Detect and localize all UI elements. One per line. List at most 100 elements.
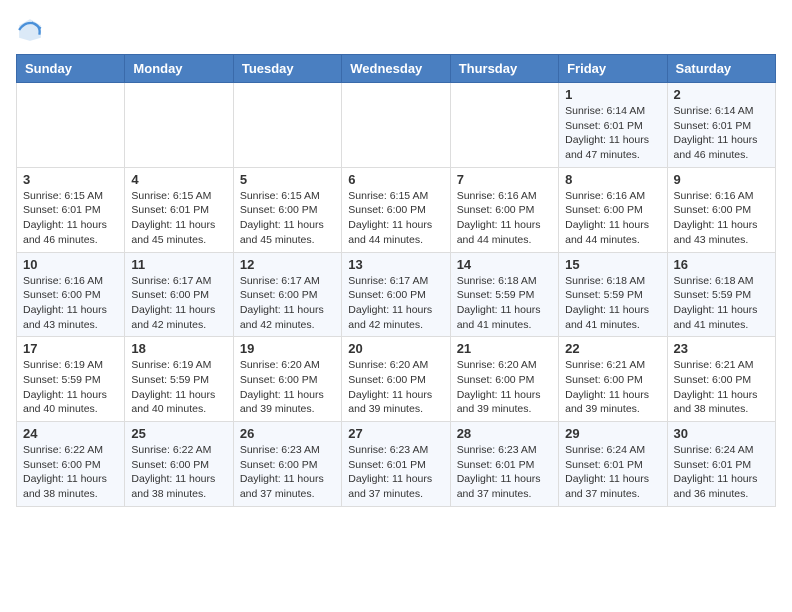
- day-number: 23: [674, 341, 769, 356]
- cell-content: Sunrise: 6:15 AM Sunset: 6:00 PM Dayligh…: [348, 189, 443, 248]
- day-number: 17: [23, 341, 118, 356]
- calendar-cell: 4 Sunrise: 6:15 AM Sunset: 6:01 PM Daylig…: [125, 167, 233, 252]
- day-number: 8: [565, 172, 660, 187]
- cell-content: Sunrise: 6:17 AM Sunset: 6:00 PM Dayligh…: [240, 274, 335, 333]
- cell-content: Sunrise: 6:15 AM Sunset: 6:01 PM Dayligh…: [131, 189, 226, 248]
- calendar-cell: 25Sunrise: 6:22 AM Sunset: 6:00 PM Dayli…: [125, 422, 233, 507]
- cell-content: Sunrise: 6:22 AM Sunset: 6:00 PM Dayligh…: [131, 443, 226, 502]
- calendar-week-row: 17 Sunrise: 6:19 AM Sunset: 5:59 PM Dayli…: [17, 337, 776, 422]
- day-number: 21: [457, 341, 552, 356]
- cell-content: Sunrise: 6:18 AM Sunset: 5:59 PM Dayligh…: [565, 274, 660, 333]
- day-header-wednesday: Wednesday: [342, 55, 450, 83]
- calendar-cell: 18 Sunrise: 6:19 AM Sunset: 5:59 PM Dayli…: [125, 337, 233, 422]
- calendar-cell: [342, 83, 450, 168]
- day-number: 16: [674, 257, 769, 272]
- cell-content: Sunrise: 6:23 AM Sunset: 6:00 PM Dayligh…: [240, 443, 335, 502]
- day-number: 4: [131, 172, 226, 187]
- day-number: 18: [131, 341, 226, 356]
- calendar-cell: 15 Sunrise: 6:18 AM Sunset: 5:59 PM Dayli…: [559, 252, 667, 337]
- day-number: 13: [348, 257, 443, 272]
- day-number: 26: [240, 426, 335, 441]
- cell-content: Sunrise: 6:22 AM Sunset: 6:00 PM Dayligh…: [23, 443, 118, 502]
- day-number: 10: [23, 257, 118, 272]
- cell-content: Sunrise: 6:21 AM Sunset: 6:00 PM Dayligh…: [565, 358, 660, 417]
- calendar-cell: 19Sunrise: 6:20 AM Sunset: 6:00 PM Dayli…: [233, 337, 341, 422]
- calendar-cell: 30Sunrise: 6:24 AM Sunset: 6:01 PM Dayli…: [667, 422, 775, 507]
- day-number: 12: [240, 257, 335, 272]
- cell-content: Sunrise: 6:16 AM Sunset: 6:00 PM Dayligh…: [457, 189, 552, 248]
- calendar-cell: 9Sunrise: 6:16 AM Sunset: 6:00 PM Daylig…: [667, 167, 775, 252]
- calendar-cell: [450, 83, 558, 168]
- day-header-thursday: Thursday: [450, 55, 558, 83]
- calendar-cell: 23 Sunrise: 6:21 AM Sunset: 6:00 PM Dayli…: [667, 337, 775, 422]
- day-header-sunday: Sunday: [17, 55, 125, 83]
- calendar-cell: [233, 83, 341, 168]
- day-number: 28: [457, 426, 552, 441]
- day-header-monday: Monday: [125, 55, 233, 83]
- day-number: 24: [23, 426, 118, 441]
- day-number: 15: [565, 257, 660, 272]
- day-number: 3: [23, 172, 118, 187]
- calendar-cell: 20 Sunrise: 6:20 AM Sunset: 6:00 PM Dayli…: [342, 337, 450, 422]
- calendar-cell: 1 Sunrise: 6:14 AM Sunset: 6:01 PM Daylig…: [559, 83, 667, 168]
- calendar-cell: [125, 83, 233, 168]
- cell-content: Sunrise: 6:24 AM Sunset: 6:01 PM Dayligh…: [565, 443, 660, 502]
- cell-content: Sunrise: 6:18 AM Sunset: 5:59 PM Dayligh…: [457, 274, 552, 333]
- calendar-cell: 24 Sunrise: 6:22 AM Sunset: 6:00 PM Dayli…: [17, 422, 125, 507]
- day-number: 7: [457, 172, 552, 187]
- calendar-cell: 6 Sunrise: 6:15 AM Sunset: 6:00 PM Daylig…: [342, 167, 450, 252]
- cell-content: Sunrise: 6:15 AM Sunset: 6:00 PM Dayligh…: [240, 189, 335, 248]
- cell-content: Sunrise: 6:16 AM Sunset: 6:00 PM Dayligh…: [674, 189, 769, 248]
- cell-content: Sunrise: 6:19 AM Sunset: 5:59 PM Dayligh…: [131, 358, 226, 417]
- day-number: 14: [457, 257, 552, 272]
- day-number: 29: [565, 426, 660, 441]
- calendar-week-row: 24 Sunrise: 6:22 AM Sunset: 6:00 PM Dayli…: [17, 422, 776, 507]
- calendar-week-row: 10 Sunrise: 6:16 AM Sunset: 6:00 PM Dayli…: [17, 252, 776, 337]
- calendar-cell: 28 Sunrise: 6:23 AM Sunset: 6:01 PM Dayli…: [450, 422, 558, 507]
- calendar-cell: 3 Sunrise: 6:15 AM Sunset: 6:01 PM Daylig…: [17, 167, 125, 252]
- day-number: 1: [565, 87, 660, 102]
- day-number: 5: [240, 172, 335, 187]
- cell-content: Sunrise: 6:16 AM Sunset: 6:00 PM Dayligh…: [565, 189, 660, 248]
- calendar-cell: 11 Sunrise: 6:17 AM Sunset: 6:00 PM Dayli…: [125, 252, 233, 337]
- day-number: 11: [131, 257, 226, 272]
- calendar-cell: 10 Sunrise: 6:16 AM Sunset: 6:00 PM Dayli…: [17, 252, 125, 337]
- calendar-week-row: 1 Sunrise: 6:14 AM Sunset: 6:01 PM Daylig…: [17, 83, 776, 168]
- day-number: 6: [348, 172, 443, 187]
- calendar-cell: 7 Sunrise: 6:16 AM Sunset: 6:00 PM Daylig…: [450, 167, 558, 252]
- cell-content: Sunrise: 6:20 AM Sunset: 6:00 PM Dayligh…: [348, 358, 443, 417]
- cell-content: Sunrise: 6:21 AM Sunset: 6:00 PM Dayligh…: [674, 358, 769, 417]
- calendar-cell: 8 Sunrise: 6:16 AM Sunset: 6:00 PM Daylig…: [559, 167, 667, 252]
- day-number: 30: [674, 426, 769, 441]
- calendar-table: SundayMondayTuesdayWednesdayThursdayFrid…: [16, 54, 776, 507]
- cell-content: Sunrise: 6:19 AM Sunset: 5:59 PM Dayligh…: [23, 358, 118, 417]
- cell-content: Sunrise: 6:23 AM Sunset: 6:01 PM Dayligh…: [457, 443, 552, 502]
- cell-content: Sunrise: 6:18 AM Sunset: 5:59 PM Dayligh…: [674, 274, 769, 333]
- logo-icon: [16, 16, 44, 44]
- calendar-cell: 2 Sunrise: 6:14 AM Sunset: 6:01 PM Daylig…: [667, 83, 775, 168]
- calendar-cell: 27 Sunrise: 6:23 AM Sunset: 6:01 PM Dayli…: [342, 422, 450, 507]
- calendar-cell: 14 Sunrise: 6:18 AM Sunset: 5:59 PM Dayli…: [450, 252, 558, 337]
- calendar-cell: 21Sunrise: 6:20 AM Sunset: 6:00 PM Dayli…: [450, 337, 558, 422]
- cell-content: Sunrise: 6:14 AM Sunset: 6:01 PM Dayligh…: [565, 104, 660, 163]
- day-number: 22: [565, 341, 660, 356]
- cell-content: Sunrise: 6:15 AM Sunset: 6:01 PM Dayligh…: [23, 189, 118, 248]
- cell-content: Sunrise: 6:16 AM Sunset: 6:00 PM Dayligh…: [23, 274, 118, 333]
- logo: [16, 16, 48, 44]
- cell-content: Sunrise: 6:14 AM Sunset: 6:01 PM Dayligh…: [674, 104, 769, 163]
- calendar-cell: 26 Sunrise: 6:23 AM Sunset: 6:00 PM Dayli…: [233, 422, 341, 507]
- day-header-saturday: Saturday: [667, 55, 775, 83]
- calendar-cell: 22 Sunrise: 6:21 AM Sunset: 6:00 PM Dayli…: [559, 337, 667, 422]
- calendar-cell: 12 Sunrise: 6:17 AM Sunset: 6:00 PM Dayli…: [233, 252, 341, 337]
- day-number: 27: [348, 426, 443, 441]
- calendar-cell: [17, 83, 125, 168]
- calendar-cell: 29 Sunrise: 6:24 AM Sunset: 6:01 PM Dayli…: [559, 422, 667, 507]
- day-number: 20: [348, 341, 443, 356]
- calendar-cell: 5 Sunrise: 6:15 AM Sunset: 6:00 PM Daylig…: [233, 167, 341, 252]
- cell-content: Sunrise: 6:23 AM Sunset: 6:01 PM Dayligh…: [348, 443, 443, 502]
- day-number: 2: [674, 87, 769, 102]
- calendar-cell: 17 Sunrise: 6:19 AM Sunset: 5:59 PM Dayli…: [17, 337, 125, 422]
- calendar-cell: 13Sunrise: 6:17 AM Sunset: 6:00 PM Dayli…: [342, 252, 450, 337]
- day-number: 19: [240, 341, 335, 356]
- cell-content: Sunrise: 6:17 AM Sunset: 6:00 PM Dayligh…: [131, 274, 226, 333]
